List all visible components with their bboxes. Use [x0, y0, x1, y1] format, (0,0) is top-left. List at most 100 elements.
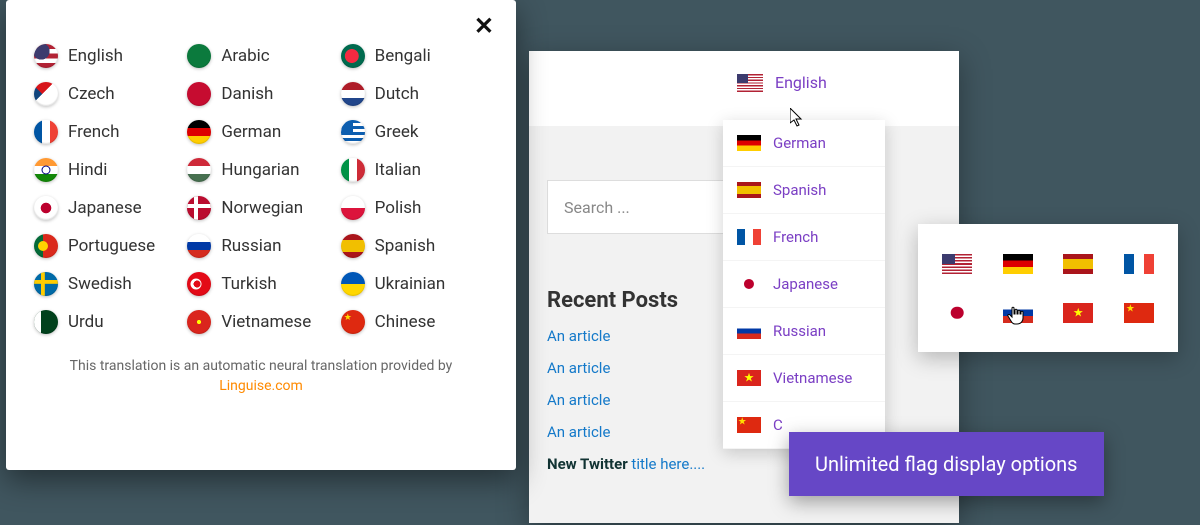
language-option[interactable]: Polish: [341, 194, 488, 222]
language-option[interactable]: Hungarian: [187, 156, 334, 184]
flag-icon: [341, 234, 365, 258]
flag-option[interactable]: [942, 303, 972, 323]
dropdown-item[interactable]: Russian: [723, 308, 885, 355]
flag-option[interactable]: [1063, 303, 1093, 323]
close-icon[interactable]: ✕: [474, 14, 494, 38]
language-option[interactable]: Bengali: [341, 42, 488, 70]
flag-icon: [737, 370, 761, 386]
language-label: Japanese: [773, 275, 838, 293]
language-dropdown: German Spanish French Japanese Russian Vietna…: [723, 120, 885, 449]
flag-icon: [34, 120, 58, 144]
language-label: C: [773, 416, 783, 434]
language-label: Polish: [375, 198, 422, 218]
language-option[interactable]: Danish: [187, 80, 334, 108]
language-option[interactable]: Spanish: [341, 232, 488, 260]
flag-icon: [341, 310, 365, 334]
popup-footer: This translation is an automatic neural …: [34, 358, 488, 394]
flag-icon: [341, 158, 365, 182]
language-label: Italian: [375, 160, 421, 180]
language-option[interactable]: Greek: [341, 118, 488, 146]
flag-icon: [341, 82, 365, 106]
language-option[interactable]: French: [34, 118, 181, 146]
language-label: English: [68, 46, 123, 66]
language-label: Danish: [221, 84, 273, 104]
flag-icon: [341, 44, 365, 68]
dropdown-item[interactable]: French: [723, 214, 885, 261]
language-label: Japanese: [68, 198, 142, 218]
flag-option[interactable]: [1003, 303, 1033, 323]
flag-option[interactable]: [1003, 254, 1033, 274]
flag-icon: [737, 229, 761, 245]
flag-icon: [34, 44, 58, 68]
language-dropdown-trigger[interactable]: English: [737, 73, 827, 92]
flag-icon: [187, 196, 211, 220]
language-label: Dutch: [375, 84, 419, 104]
flag-icon: [341, 196, 365, 220]
language-label: Portuguese: [68, 236, 155, 256]
flag-icon: [737, 74, 763, 92]
language-label: Ukrainian: [375, 274, 446, 294]
flag-icon: [187, 120, 211, 144]
flag-grid-panel: [918, 224, 1178, 352]
flag-icon: [737, 182, 761, 198]
flag-icon: [737, 323, 761, 339]
language-option[interactable]: Ukrainian: [341, 270, 488, 298]
language-option[interactable]: Turkish: [187, 270, 334, 298]
flag-icon: [737, 417, 761, 433]
language-option[interactable]: Arabic: [187, 42, 334, 70]
flag-icon: [187, 82, 211, 106]
language-option[interactable]: Dutch: [341, 80, 488, 108]
flag-icon: [34, 196, 58, 220]
flag-icon: [34, 234, 58, 258]
provider-link[interactable]: Linguise.com: [34, 378, 488, 394]
language-option[interactable]: German: [187, 118, 334, 146]
language-label: Vietnamese: [773, 369, 852, 387]
language-option[interactable]: Swedish: [34, 270, 181, 298]
language-option[interactable]: Italian: [341, 156, 488, 184]
language-label: Turkish: [221, 274, 276, 294]
flag-icon: [34, 310, 58, 334]
language-label: Czech: [68, 84, 115, 104]
flag-icon: [737, 135, 761, 151]
language-label: German: [773, 134, 826, 152]
language-option[interactable]: Vietnamese: [187, 308, 334, 336]
language-option[interactable]: Chinese: [341, 308, 488, 336]
language-option[interactable]: Czech: [34, 80, 181, 108]
flag-icon: [34, 82, 58, 106]
flag-icon: [187, 310, 211, 334]
flag-icon: [341, 272, 365, 296]
language-label: German: [221, 122, 281, 142]
search-input[interactable]: Search ...: [547, 180, 747, 234]
dropdown-item[interactable]: Japanese: [723, 261, 885, 308]
language-label: Greek: [375, 122, 419, 142]
flag-option[interactable]: [1124, 303, 1154, 323]
language-label: French: [68, 122, 119, 142]
language-label: Vietnamese: [221, 312, 311, 332]
language-label: Bengali: [375, 46, 431, 66]
language-label: Norwegian: [221, 198, 303, 218]
language-label: Hungarian: [221, 160, 299, 180]
language-popup: ✕ English Arabic Bengali Czech Danish Dutch Fr…: [6, 0, 516, 470]
language-option[interactable]: English: [34, 42, 181, 70]
language-option[interactable]: Norwegian: [187, 194, 334, 222]
language-option[interactable]: Japanese: [34, 194, 181, 222]
language-label: Spanish: [773, 181, 826, 199]
language-option[interactable]: Portuguese: [34, 232, 181, 260]
dropdown-item[interactable]: German: [723, 120, 885, 167]
dropdown-item[interactable]: Spanish: [723, 167, 885, 214]
language-option[interactable]: Russian: [187, 232, 334, 260]
language-option[interactable]: Urdu: [34, 308, 181, 336]
flag-option[interactable]: [942, 254, 972, 274]
language-grid: English Arabic Bengali Czech Danish Dutch Fren…: [34, 42, 488, 336]
language-label: Swedish: [68, 274, 132, 294]
dropdown-item[interactable]: Vietnamese: [723, 355, 885, 402]
flag-icon: [187, 272, 211, 296]
flag-option[interactable]: [1124, 254, 1154, 274]
flag-icon: [34, 158, 58, 182]
language-option[interactable]: Hindi: [34, 156, 181, 184]
flag-icon: [187, 234, 211, 258]
language-label: Chinese: [375, 312, 436, 332]
language-label: Russian: [773, 322, 826, 340]
language-label: Spanish: [375, 236, 436, 256]
flag-option[interactable]: [1063, 254, 1093, 274]
